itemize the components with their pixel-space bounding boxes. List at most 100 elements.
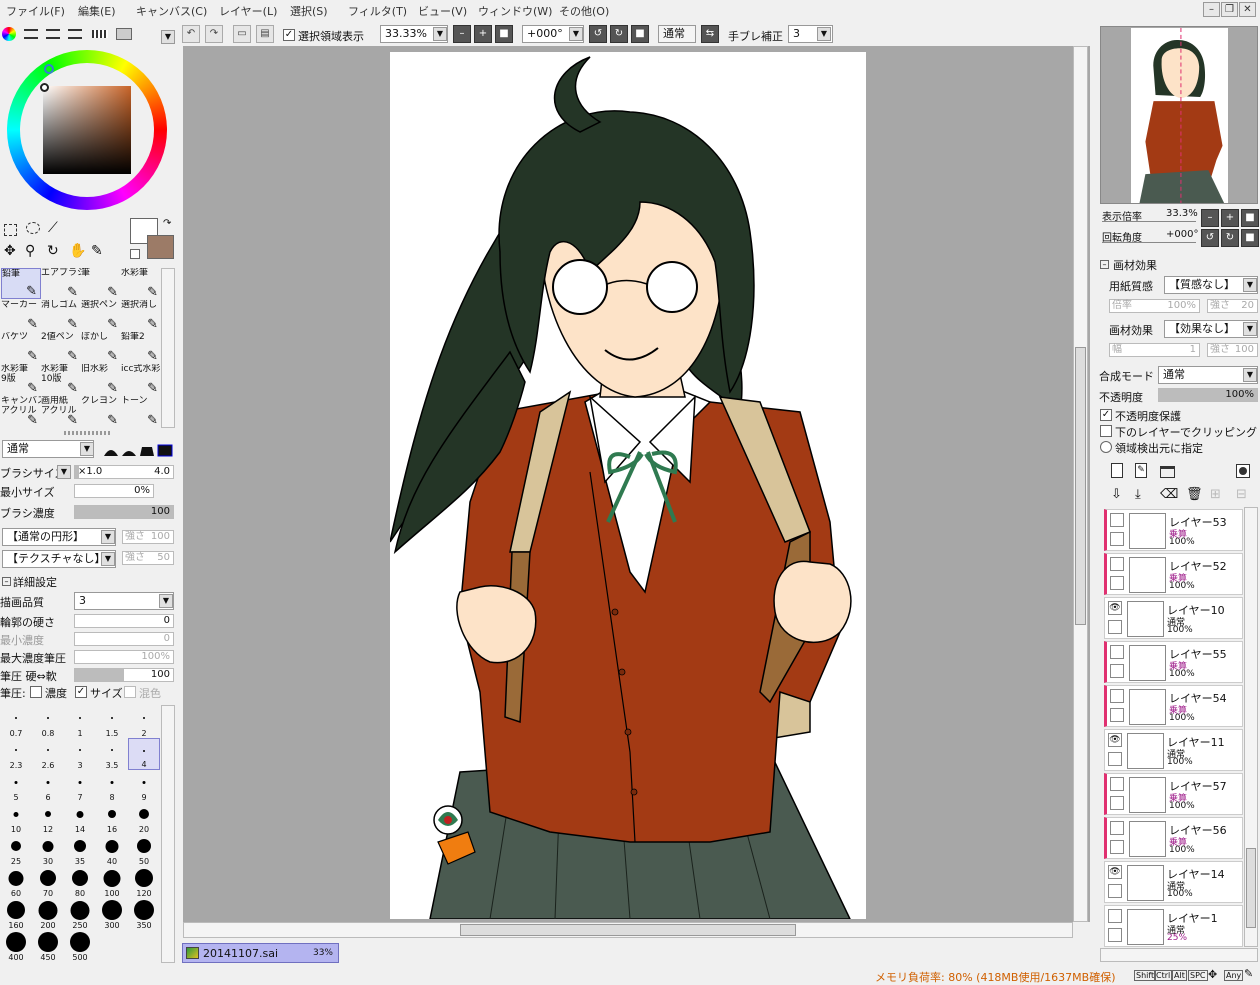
- splitter-grip[interactable]: [64, 431, 112, 435]
- layer-lock-checkbox[interactable]: [1110, 532, 1124, 546]
- menu-layer[interactable]: レイヤー(L): [219, 3, 277, 19]
- tool-2[interactable]: エアブラシ ✎: [41, 268, 81, 299]
- tool-17[interactable]: キャンバス アクリル✎: [1, 396, 41, 427]
- tool-11[interactable]: ぼかし ✎: [81, 332, 121, 363]
- rotate-right-icon[interactable]: ↻: [610, 25, 628, 43]
- pressure-density-checkbox[interactable]: [30, 686, 42, 698]
- tool-1[interactable]: 鉛筆 ✎: [1, 268, 41, 299]
- canvas-document[interactable]: [390, 52, 866, 919]
- sv-picker-marker[interactable]: [40, 83, 49, 92]
- nav-zoom-reset-icon[interactable]: ■: [1241, 209, 1259, 227]
- paper-scale-slider[interactable]: 倍率 100%: [1109, 299, 1200, 313]
- close-icon[interactable]: ✕: [1239, 2, 1256, 17]
- deselect-icon[interactable]: ▭: [233, 25, 251, 43]
- mixer-tab-icon[interactable]: [116, 28, 132, 40]
- brush-edge-shapes[interactable]: [102, 443, 174, 457]
- chevron-down-icon[interactable]: ▼: [1243, 278, 1257, 292]
- tool-9[interactable]: バケツ ✎: [1, 332, 41, 363]
- brush-size-preset[interactable]: 12: [32, 802, 64, 834]
- brush-size-preset[interactable]: 6: [32, 770, 64, 802]
- menu-filter[interactable]: フィルタ(T): [348, 3, 407, 19]
- min-density-slider[interactable]: 0: [74, 632, 174, 646]
- pressure-softness-slider[interactable]: 100: [74, 668, 174, 682]
- tool-4[interactable]: 水彩筆 ✎: [121, 268, 161, 299]
- brush-size-preset[interactable]: 25: [0, 834, 32, 866]
- canvas-horizontal-scroll-thumb[interactable]: [460, 924, 796, 936]
- chevron-down-icon[interactable]: ▼: [80, 442, 94, 456]
- layer-row[interactable]: レイヤー52 乗算 100%: [1104, 553, 1243, 595]
- eye-icon[interactable]: 👁: [1108, 733, 1122, 747]
- collapse-icon[interactable]: –: [2, 577, 11, 586]
- min-size-slider[interactable]: 0%: [74, 484, 154, 498]
- brush-size-preset[interactable]: 2.6: [32, 738, 64, 770]
- tool-8[interactable]: 選択消し ✎: [121, 300, 161, 331]
- tool-20[interactable]: トーン ✎: [121, 396, 161, 427]
- menu-other[interactable]: その他(O): [559, 3, 609, 19]
- brush-size-preset[interactable]: 7: [64, 770, 96, 802]
- menu-window[interactable]: ウィンドウ(W): [478, 3, 552, 19]
- file-tab[interactable]: 20141107.sai 33%: [182, 943, 339, 963]
- brush-size-preset[interactable]: 20: [128, 802, 160, 834]
- brush-shape-select[interactable]: 【通常の円形】: [2, 528, 116, 546]
- effect-strength-slider[interactable]: 強さ 100: [1207, 343, 1258, 357]
- hand-icon[interactable]: ✋: [69, 243, 86, 259]
- brush-size-preset[interactable]: 5: [0, 770, 32, 802]
- new-layer-icon[interactable]: [1111, 463, 1123, 478]
- hsv-slider-tab-icon[interactable]: [46, 29, 60, 39]
- nav-rotation-slider[interactable]: [1102, 242, 1196, 243]
- tool-13[interactable]: 水彩筆 9版 ✎: [1, 364, 41, 395]
- lasso-icon[interactable]: [26, 222, 40, 234]
- tool-10[interactable]: 2値ペン ✎: [41, 332, 81, 363]
- layer-lock-checkbox[interactable]: [1108, 928, 1122, 942]
- size-grid-scrollbar[interactable]: [161, 705, 175, 963]
- brush-size-preset[interactable]: 350: [128, 898, 160, 930]
- new-linework-layer-icon[interactable]: ✎: [1135, 463, 1147, 478]
- color-wheel-tab-icon[interactable]: [2, 27, 16, 41]
- minimize-icon[interactable]: –: [1203, 2, 1220, 17]
- texture-select[interactable]: 【テクスチャなし】: [2, 550, 116, 568]
- nav-rotate-left-icon[interactable]: ↺: [1201, 229, 1219, 247]
- zoom-in-icon[interactable]: +: [474, 25, 492, 43]
- tool-12[interactable]: 鉛筆2 ✎: [121, 332, 161, 363]
- brush-size-preset[interactable]: 2.3: [0, 738, 32, 770]
- saturation-value-square[interactable]: [43, 86, 131, 174]
- brush-size-preset[interactable]: 4: [128, 738, 160, 770]
- flatten-icon[interactable]: ⊟: [1236, 487, 1247, 502]
- eye-icon[interactable]: [1110, 821, 1124, 835]
- tool-5[interactable]: マーカー ✎: [1, 300, 41, 331]
- eye-icon[interactable]: [1110, 689, 1124, 703]
- brush-size-preset[interactable]: 40: [96, 834, 128, 866]
- layer-row[interactable]: レイヤー55 乗算 100%: [1104, 641, 1243, 683]
- layer-lock-checkbox[interactable]: [1110, 796, 1124, 810]
- zoom-icon[interactable]: ⚲: [25, 243, 35, 259]
- pressure-size-checkbox[interactable]: ✓: [75, 686, 87, 698]
- brush-size-preset[interactable]: 60: [0, 866, 32, 898]
- paper-strength-slider[interactable]: 強さ 20: [1207, 299, 1258, 313]
- merge-down-icon[interactable]: ⤓: [1135, 487, 1141, 502]
- transfer-down-icon[interactable]: ⇩: [1111, 487, 1122, 502]
- rect-select-icon[interactable]: [4, 224, 17, 236]
- brush-size-preset[interactable]: 35: [64, 834, 96, 866]
- tool-7[interactable]: 選択ペン ✎: [81, 300, 121, 331]
- brush-size-preset[interactable]: 70: [32, 866, 64, 898]
- tool-19[interactable]: クレヨン ✎: [81, 396, 121, 427]
- menu-edit[interactable]: 編集(E): [78, 3, 116, 19]
- brush-size-preset[interactable]: 3.5: [96, 738, 128, 770]
- view-mode-button[interactable]: 通常: [658, 25, 696, 43]
- layer-lock-checkbox[interactable]: [1110, 576, 1124, 590]
- chevron-down-icon[interactable]: ▼: [101, 530, 115, 544]
- undo-icon[interactable]: ↶: [182, 25, 200, 43]
- nav-zoom-out-icon[interactable]: –: [1201, 209, 1219, 227]
- brush-size-preset[interactable]: 9: [128, 770, 160, 802]
- menu-view[interactable]: ビュー(V): [418, 3, 467, 19]
- brush-size-preset[interactable]: 10: [0, 802, 32, 834]
- brush-size-preset[interactable]: 450: [32, 930, 64, 962]
- layer-horizontal-scrollbar[interactable]: [1100, 948, 1258, 962]
- flip-view-icon[interactable]: ⇆: [701, 25, 719, 43]
- merge-visible-icon[interactable]: ⊞: [1210, 487, 1221, 502]
- chevron-down-icon[interactable]: ▼: [817, 27, 831, 41]
- eyedropper-icon[interactable]: ✎: [91, 243, 103, 259]
- layer-lock-checkbox[interactable]: [1108, 884, 1122, 898]
- rotate-reset-icon[interactable]: ■: [631, 25, 649, 43]
- nav-zoom-slider[interactable]: [1102, 221, 1196, 222]
